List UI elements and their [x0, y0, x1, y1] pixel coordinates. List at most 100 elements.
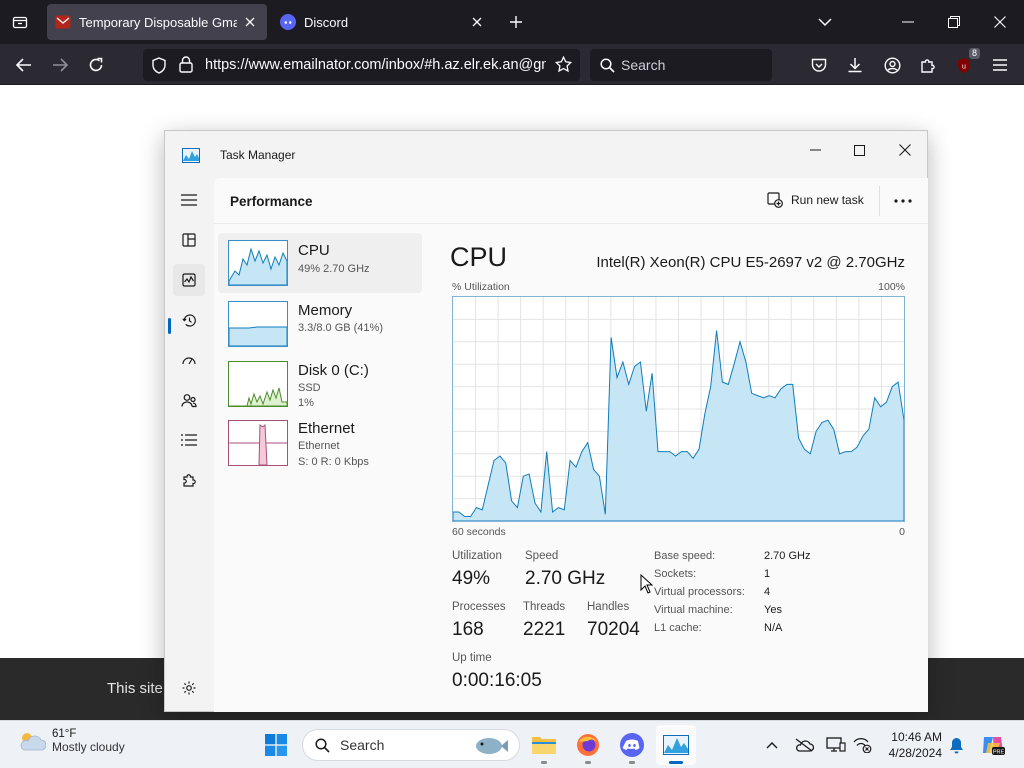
section-header: Performance Run new task	[214, 178, 928, 224]
close-icon	[899, 144, 911, 156]
forward-button[interactable]	[46, 51, 74, 79]
active-indicator	[669, 761, 683, 764]
taskbar-firefox[interactable]	[568, 725, 608, 765]
sidebar-item-users[interactable]	[173, 384, 205, 416]
sidebar-item-settings[interactable]	[173, 672, 205, 704]
perf-item-ethernet[interactable]: Ethernet Ethernet S: 0 R: 0 Kbps	[218, 420, 422, 480]
minimize-icon	[809, 149, 821, 151]
mouse-cursor-icon	[640, 574, 653, 594]
minimize-button[interactable]	[885, 0, 931, 44]
perf-item-name: Ethernet	[298, 420, 355, 437]
show-hidden-icons-button[interactable]	[760, 731, 784, 759]
sidebar-item-startup-apps[interactable]	[173, 344, 205, 376]
app-menu-button[interactable]	[986, 51, 1014, 79]
hamburger-menu-icon	[181, 194, 197, 206]
system-clock[interactable]: 10:46 AM 4/28/2024	[884, 729, 942, 761]
back-button[interactable]	[10, 51, 38, 79]
sidebar-item-details[interactable]	[173, 424, 205, 456]
onedrive-tray-icon[interactable]	[792, 731, 816, 759]
tab-overflow-button[interactable]	[802, 0, 848, 44]
network-tray-icon[interactable]	[850, 731, 874, 759]
start-button[interactable]	[256, 725, 296, 765]
task-manager-titlebar[interactable]: Task Manager	[165, 131, 927, 177]
cloud-offline-icon	[795, 738, 814, 752]
list-all-tabs-button[interactable]	[8, 10, 32, 34]
task-manager-content: Performance Run new task CPU 49% 2.70 GH…	[214, 178, 928, 712]
pocket-button[interactable]	[805, 51, 833, 79]
spec-value: 1	[764, 568, 771, 580]
download-icon	[848, 58, 862, 73]
shield-icon[interactable]	[151, 57, 167, 78]
close-tab-icon[interactable]	[468, 13, 486, 31]
divider	[879, 186, 880, 216]
new-tab-button[interactable]	[504, 10, 528, 34]
sidebar-item-performance[interactable]	[173, 264, 205, 296]
search-highlight-fish-icon	[476, 738, 508, 754]
close-tab-icon[interactable]	[241, 13, 259, 31]
taskbar-discord[interactable]	[612, 725, 652, 765]
more-dots-icon	[894, 199, 912, 203]
sidebar-item-app-history[interactable]	[173, 304, 205, 336]
taskbar-file-explorer[interactable]	[524, 725, 564, 765]
sidebar-menu-toggle[interactable]	[173, 184, 205, 216]
taskbar-task-manager[interactable]	[656, 725, 696, 765]
spec-key: Sockets:	[654, 568, 697, 580]
task-manager-icon	[663, 735, 689, 755]
task-manager-app-icon	[182, 148, 200, 168]
perf-item-disk[interactable]: Disk 0 (C:) SSD 1%	[218, 354, 422, 414]
weather-widget[interactable]: 61°F Mostly cloudy	[16, 728, 125, 754]
reload-icon	[89, 57, 103, 72]
task-manager-sidebar	[165, 177, 213, 712]
running-indicator	[629, 761, 635, 764]
perf-item-memory[interactable]: Memory 3.3/8.0 GB (41%)	[218, 294, 422, 354]
hamburger-menu-icon	[993, 59, 1007, 71]
sidebar-item-services[interactable]	[173, 464, 205, 496]
handles-label: Handles	[587, 601, 630, 613]
tm-close-button[interactable]	[882, 135, 928, 165]
run-new-task-button[interactable]: Run new task	[767, 192, 864, 208]
maximize-icon	[853, 144, 865, 156]
speed-label: Speed	[525, 550, 559, 562]
disk-thumbnail-graph	[228, 361, 288, 407]
chevron-up-icon	[766, 742, 778, 749]
pocket-icon	[811, 58, 827, 72]
monitor-icon	[826, 737, 846, 752]
notifications-button[interactable]	[944, 731, 968, 759]
perf-item-name: Memory	[298, 302, 353, 319]
search-icon	[315, 737, 330, 753]
bookmark-star-icon[interactable]	[554, 55, 573, 77]
tm-minimize-button[interactable]	[792, 135, 838, 165]
puzzle-icon	[921, 59, 935, 73]
downloads-button[interactable]	[841, 51, 869, 79]
display-tray-icon[interactable]	[824, 731, 848, 759]
account-button[interactable]	[878, 51, 906, 79]
close-window-button[interactable]	[977, 0, 1023, 44]
browser-search-bar[interactable]: Search	[590, 49, 772, 81]
lock-icon[interactable]	[179, 56, 193, 77]
taskbar-search-box[interactable]: Search	[302, 729, 520, 761]
url-bar[interactable]: https://www.emailnator.com/inbox/#h.az.e…	[143, 49, 580, 81]
discord-favicon-icon	[280, 14, 296, 30]
graph-y-label: % Utilization	[452, 281, 510, 293]
tab-discord[interactable]: Discord	[272, 4, 494, 40]
tm-maximize-button[interactable]	[836, 135, 882, 165]
close-icon	[994, 16, 1006, 28]
utilization-label: Utilization	[452, 550, 502, 562]
reload-button[interactable]	[82, 51, 110, 79]
copilot-icon: PRE	[983, 737, 1005, 755]
cpu-utilization-chart	[452, 297, 905, 522]
ublock-extension-button[interactable]: u 8	[950, 48, 980, 79]
more-options-button[interactable]	[888, 188, 918, 214]
weather-description: Mostly cloudy	[52, 740, 125, 754]
svg-text:PRE: PRE	[993, 749, 1005, 755]
copilot-button[interactable]: PRE	[978, 731, 1008, 759]
tab-title: Temporary Disposable Gmail | T	[79, 14, 237, 30]
tab-emailnator[interactable]: Temporary Disposable Gmail | T	[47, 4, 267, 40]
restore-button[interactable]	[931, 0, 977, 44]
run-task-icon	[767, 192, 783, 208]
perf-item-cpu[interactable]: CPU 49% 2.70 GHz	[218, 233, 422, 293]
gear-icon	[182, 681, 196, 695]
speedometer-icon	[182, 357, 196, 365]
sidebar-item-processes[interactable]	[173, 224, 205, 256]
extensions-button[interactable]	[914, 51, 942, 79]
